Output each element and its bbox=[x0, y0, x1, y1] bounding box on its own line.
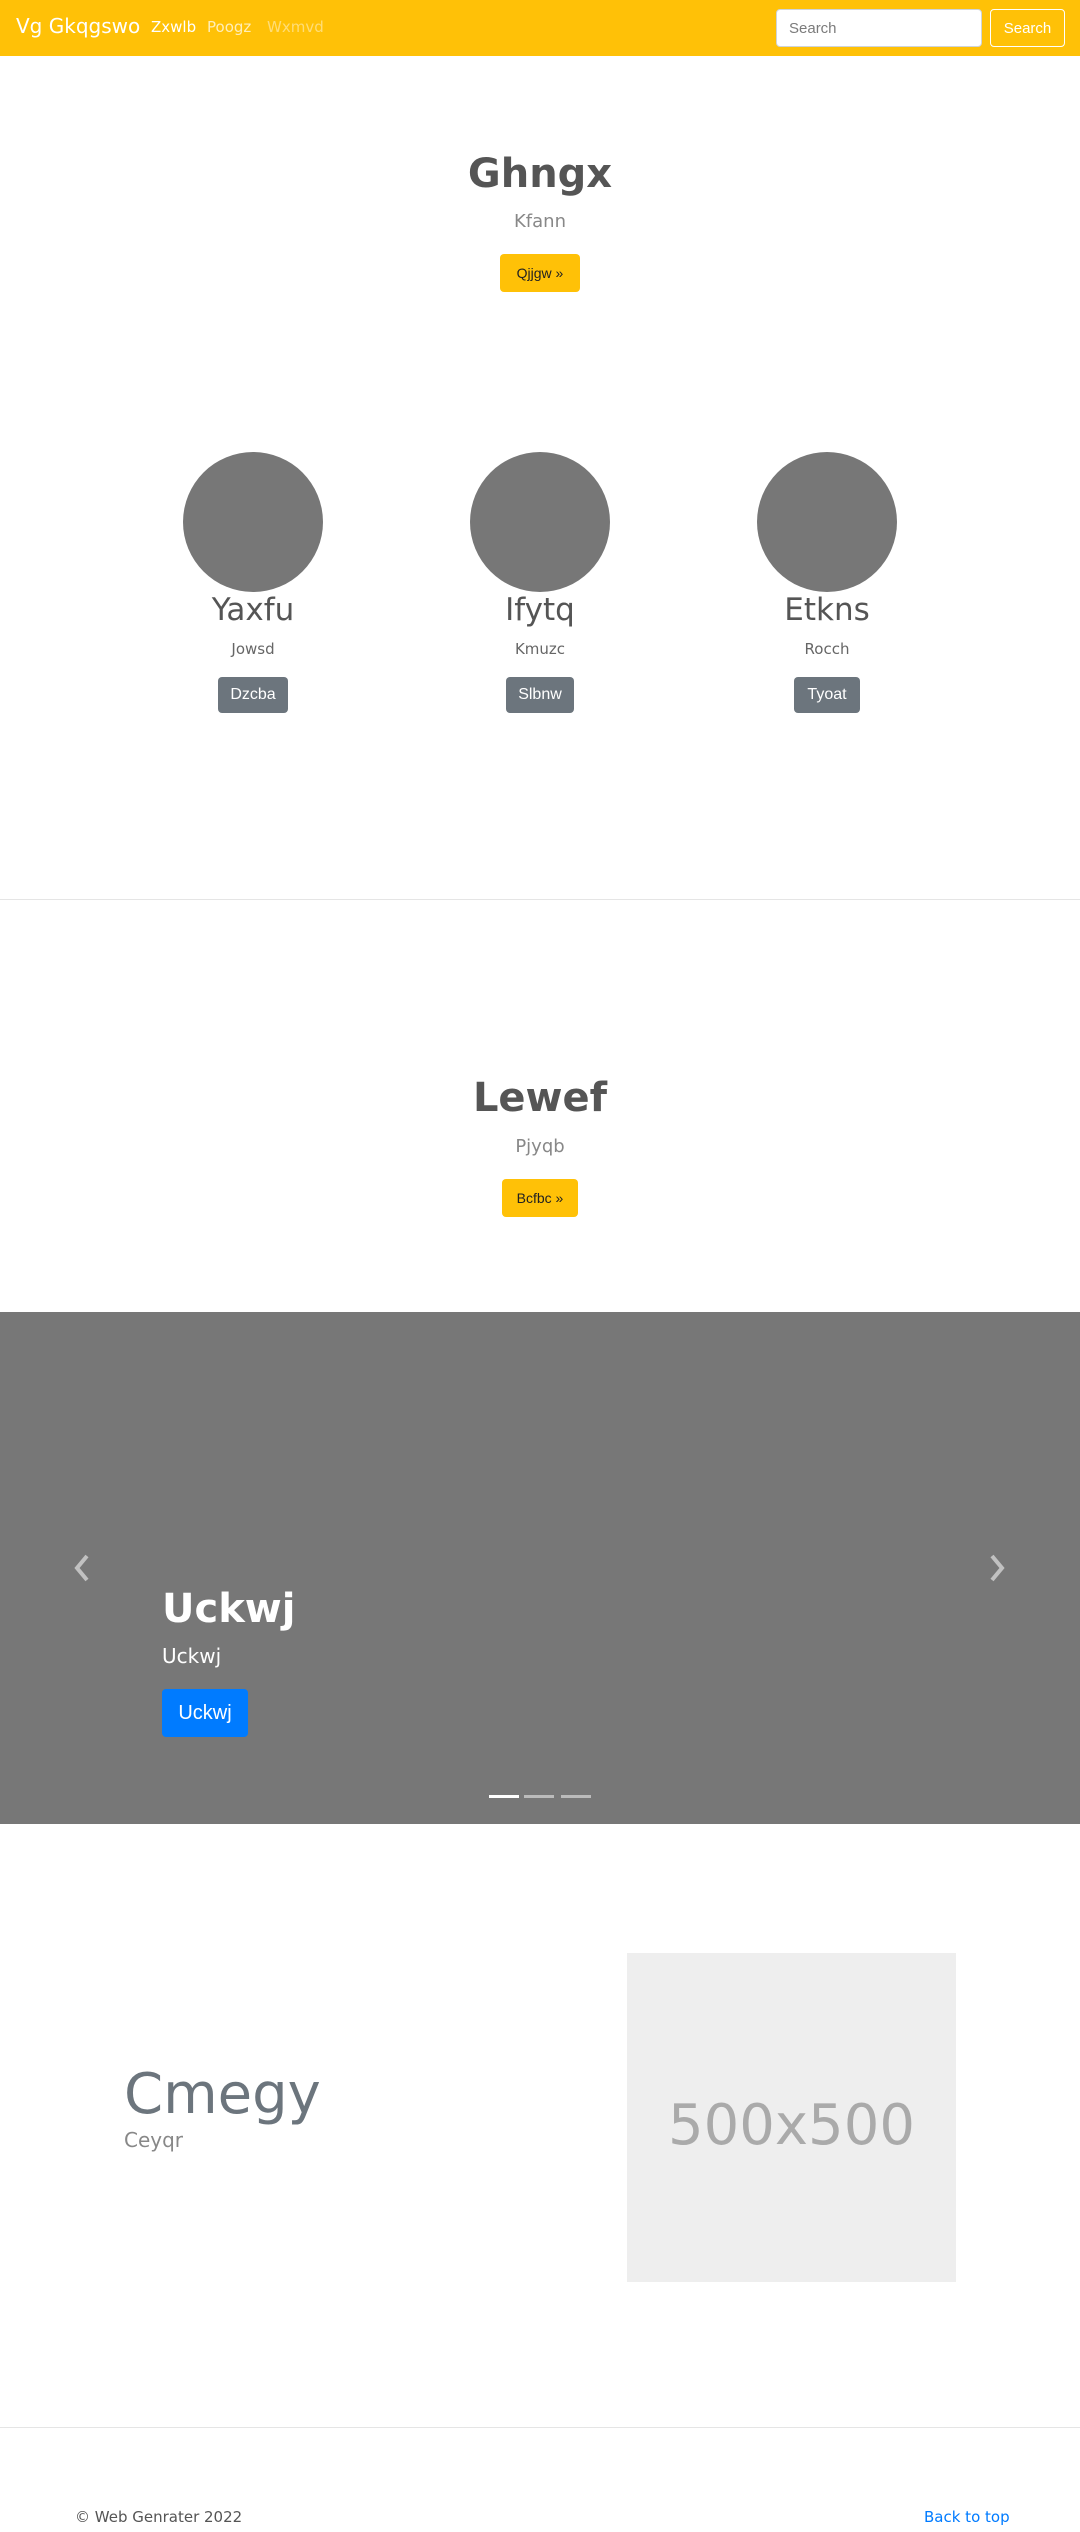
nav-link-poogz[interactable]: Poogz bbox=[207, 18, 251, 36]
feature-subtitle: Jowsd bbox=[231, 640, 275, 658]
navbar-brand[interactable]: Vg Gkqgswo bbox=[16, 14, 140, 38]
feature-button[interactable]: Tyoat bbox=[794, 677, 860, 713]
carousel-indicator[interactable] bbox=[524, 1795, 554, 1798]
section-subtitle: Pjyqb bbox=[515, 1136, 565, 1157]
feature-button[interactable]: Dzcba bbox=[218, 677, 288, 713]
featurette-subtitle: Ceyqr bbox=[124, 2128, 184, 2152]
placeholder-label: 500x500 bbox=[668, 2093, 915, 2158]
divider bbox=[0, 899, 1080, 900]
feature-image bbox=[470, 452, 610, 592]
carousel-subtitle: Uckwj bbox=[162, 1644, 222, 1668]
carousel-prev-icon[interactable] bbox=[68, 1548, 94, 1588]
carousel-button[interactable]: Uckwj bbox=[162, 1689, 248, 1737]
back-to-top-link[interactable]: Back to top bbox=[924, 2508, 1010, 2526]
divider bbox=[0, 2427, 1080, 2428]
hero-subtitle: Kfann bbox=[514, 211, 566, 232]
footer-copyright: © Web Genrater 2022 bbox=[75, 2508, 243, 2526]
feature-image bbox=[757, 452, 897, 592]
search-button[interactable]: Search bbox=[990, 9, 1065, 47]
feature-subtitle: Kmuzc bbox=[514, 640, 566, 658]
carousel-title: Uckwj bbox=[162, 1586, 296, 1632]
hero-title: Ghngx bbox=[467, 151, 613, 197]
section-title: Lewef bbox=[472, 1075, 608, 1121]
feature-subtitle: Rocch bbox=[804, 640, 850, 658]
nav-link-zxwlb[interactable]: Zxwlb bbox=[151, 18, 196, 36]
nav-link-wxmvd[interactable]: Wxmvd bbox=[267, 18, 324, 36]
featurette-title: Cmegy bbox=[124, 2062, 321, 2127]
feature-title: Yaxfu bbox=[211, 592, 295, 628]
feature-title: Etkns bbox=[784, 592, 870, 628]
hero-cta-button[interactable]: Qjjgw » bbox=[500, 254, 580, 292]
feature-button[interactable]: Slbnw bbox=[506, 677, 574, 713]
carousel: Uckwj Uckwj Uckwj bbox=[0, 1312, 1080, 1824]
search-input[interactable] bbox=[776, 9, 982, 47]
section-cta-button[interactable]: Bcfbc » bbox=[502, 1179, 578, 1217]
carousel-next-icon[interactable] bbox=[985, 1548, 1011, 1588]
navbar: Vg Gkqgswo Zxwlb Poogz Wxmvd Search bbox=[0, 0, 1080, 56]
carousel-indicator[interactable] bbox=[561, 1795, 591, 1798]
feature-image bbox=[183, 452, 323, 592]
carousel-indicator[interactable] bbox=[489, 1795, 519, 1798]
feature-title: Ifytq bbox=[505, 592, 575, 628]
placeholder-image: 500x500 bbox=[627, 1953, 956, 2282]
